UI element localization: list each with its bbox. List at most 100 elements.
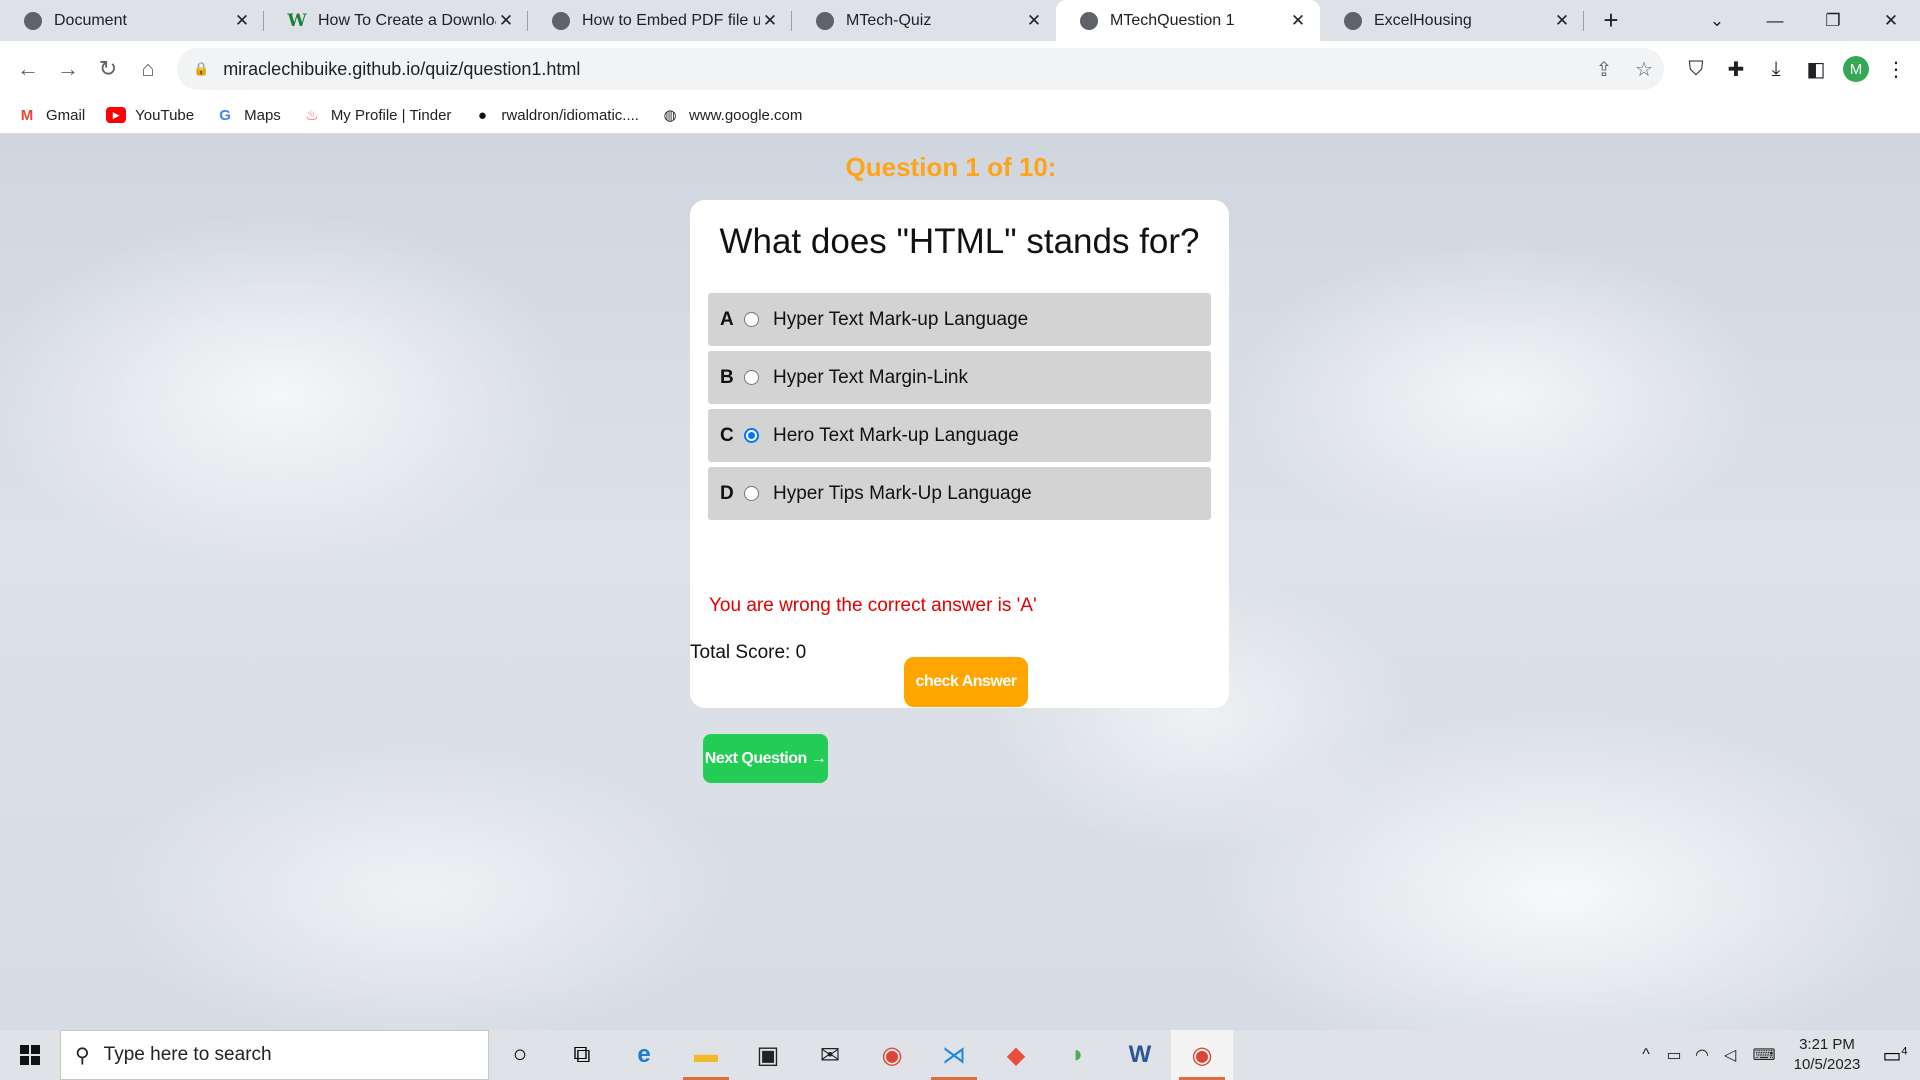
battery-icon[interactable]: ▭	[1660, 1045, 1688, 1065]
share-icon[interactable]: ⇪	[1584, 57, 1624, 82]
wifi-icon[interactable]: ◠	[1688, 1045, 1716, 1065]
volume-icon[interactable]: ◁	[1716, 1045, 1744, 1065]
download-icon[interactable]: ⤓	[1756, 49, 1796, 89]
search-placeholder: Type here to search	[103, 1044, 272, 1065]
close-icon[interactable]: ✕	[1552, 11, 1572, 31]
word-icon[interactable]: W	[1109, 1030, 1171, 1080]
lock-icon[interactable]: 🔒	[193, 61, 209, 77]
bookmark-label: rwaldron/idiomatic....	[501, 106, 639, 124]
option-a-radio[interactable]	[744, 312, 759, 327]
taskbar: ⚲ Type here to search ○ ⧉ e ▬ ▣ ✉ ◉ ⋊ ◆ …	[0, 1030, 1920, 1080]
extension-shield-icon[interactable]: ⛉	[1676, 49, 1716, 89]
forward-icon[interactable]: →	[48, 49, 88, 89]
bookmark-maps[interactable]: G Maps	[215, 107, 281, 124]
side-panel-icon[interactable]: ◧	[1796, 49, 1836, 89]
profile-avatar[interactable]: M	[1836, 49, 1876, 89]
bookmark-tinder[interactable]: ♨ My Profile | Tinder	[302, 107, 451, 125]
reload-icon[interactable]: ↻	[88, 49, 128, 89]
globe-icon	[552, 11, 570, 30]
mail-icon[interactable]: ✉	[799, 1030, 861, 1080]
bookmark-label: www.google.com	[688, 106, 803, 124]
globe-icon: ◍	[663, 107, 677, 124]
option-text: Hyper Text Mark-up Language	[773, 308, 1029, 330]
option-letter: A	[720, 308, 734, 330]
url-text[interactable]: miraclechibuike.github.io/quiz/question1…	[223, 59, 1584, 80]
bookmark-github[interactable]: ● rwaldron/idiomatic....	[472, 107, 639, 124]
option-letter: B	[720, 366, 734, 388]
chevron-up-icon[interactable]: ^	[1632, 1046, 1660, 1064]
google-icon: G	[219, 106, 231, 124]
bookmark-google[interactable]: ◍ www.google.com	[660, 106, 803, 125]
git-icon[interactable]: ◆	[985, 1030, 1047, 1080]
option-c[interactable]: C Hero Text Mark-up Language	[708, 409, 1211, 462]
chat-bubble-icon: ▭	[1882, 1044, 1902, 1067]
back-icon[interactable]: ←	[8, 49, 48, 89]
option-letter: D	[720, 482, 734, 504]
option-b[interactable]: B Hyper Text Margin-Link	[708, 351, 1211, 404]
tab-title: ExcelHousing	[1374, 11, 1472, 29]
cortana-icon[interactable]: ○	[489, 1030, 551, 1080]
tab-strip: Document ✕ W How To Create a Downloac ✕ …	[0, 0, 1920, 41]
tab-mtechquestion-1[interactable]: MTechQuestion 1 ✕	[1056, 0, 1320, 41]
tab-search-chevron-icon[interactable]: ⌄	[1688, 0, 1746, 41]
windows-start-icon[interactable]	[0, 1030, 60, 1080]
window-close-icon[interactable]: ✕	[1862, 0, 1920, 41]
next-question-button[interactable]: Next Question →	[703, 734, 828, 783]
bookmark-star-icon[interactable]: ☆	[1624, 57, 1664, 82]
home-icon[interactable]: ⌂	[128, 49, 168, 89]
close-icon[interactable]: ✕	[496, 11, 516, 31]
chrome-icon[interactable]: ◉	[861, 1030, 923, 1080]
question-text: What does "HTML" stands for?	[719, 222, 1200, 261]
close-icon[interactable]: ✕	[1288, 11, 1308, 31]
browser-toolbar: ← → ↻ ⌂ 🔒 miraclechibuike.github.io/quiz…	[0, 41, 1920, 97]
option-b-radio[interactable]	[744, 370, 759, 385]
notification-center-icon[interactable]: ▭4	[1870, 1043, 1920, 1068]
option-d-radio[interactable]	[744, 486, 759, 501]
taskbar-search-input[interactable]: ⚲ Type here to search	[60, 1030, 489, 1080]
tab-document[interactable]: Document ✕	[0, 0, 264, 41]
green-app-icon[interactable]: ◗	[1047, 1030, 1109, 1080]
close-icon[interactable]: ✕	[760, 11, 780, 31]
file-explorer-icon[interactable]: ▬	[675, 1030, 737, 1080]
clock-date: 10/5/2023	[1793, 1056, 1861, 1073]
keyboard-icon[interactable]: ⌨	[1744, 1045, 1784, 1065]
bookmark-youtube[interactable]: ▶ YouTube	[106, 107, 194, 124]
option-text: Hyper Tips Mark-Up Language	[773, 482, 1032, 504]
close-icon[interactable]: ✕	[1024, 11, 1044, 31]
bookmark-label: Gmail	[46, 106, 86, 124]
edge-icon[interactable]: e	[613, 1030, 675, 1080]
globe-icon	[1080, 11, 1098, 30]
puzzle-extensions-icon[interactable]: ✚	[1716, 49, 1756, 89]
tab-mtech-quiz[interactable]: MTech-Quiz ✕	[792, 0, 1056, 41]
minimize-icon[interactable]: —	[1746, 0, 1804, 41]
search-icon: ⚲	[75, 1044, 90, 1067]
question-card: What does "HTML" stands for? A Hyper Tex…	[690, 200, 1229, 708]
menu-kebab-icon[interactable]: ⋮	[1876, 49, 1916, 89]
close-icon[interactable]: ✕	[232, 11, 252, 31]
bookmark-label: Maps	[244, 106, 281, 124]
check-answer-button[interactable]: check Answer	[904, 657, 1028, 707]
option-text: Hyper Text Margin-Link	[773, 366, 969, 388]
tab-title: MTechQuestion 1	[1110, 11, 1235, 29]
option-text: Hero Text Mark-up Language	[773, 424, 1019, 446]
tab-embed-pdf[interactable]: How to Embed PDF file usi ✕	[528, 0, 792, 41]
tab-title: How to Embed PDF file usi	[582, 11, 760, 29]
task-view-icon[interactable]: ⧉	[551, 1030, 613, 1080]
restore-icon[interactable]: ❐	[1804, 0, 1862, 41]
globe-icon	[1344, 11, 1362, 30]
tab-excelhousing[interactable]: ExcelHousing ✕	[1320, 0, 1584, 41]
option-a[interactable]: A Hyper Text Mark-up Language	[708, 293, 1211, 346]
chrome-profile-icon[interactable]: ◉	[1171, 1030, 1233, 1080]
clock[interactable]: 3:21 PM 10/5/2023	[1784, 1035, 1870, 1075]
bookmark-gmail[interactable]: M Gmail	[17, 107, 85, 124]
notification-count: 4	[1901, 1044, 1908, 1057]
store-icon[interactable]: ▣	[737, 1030, 799, 1080]
w-logo-icon: W	[287, 10, 307, 31]
address-bar[interactable]: 🔒 miraclechibuike.github.io/quiz/questio…	[177, 48, 1664, 90]
vscode-icon[interactable]: ⋊	[923, 1030, 985, 1080]
total-score: Total Score: 0	[690, 642, 807, 663]
tab-how-to-create[interactable]: W How To Create a Downloac ✕	[264, 0, 528, 41]
option-c-radio[interactable]	[744, 428, 759, 443]
option-d[interactable]: D Hyper Tips Mark-Up Language	[708, 467, 1211, 520]
new-tab-button[interactable]: +	[1584, 0, 1638, 41]
